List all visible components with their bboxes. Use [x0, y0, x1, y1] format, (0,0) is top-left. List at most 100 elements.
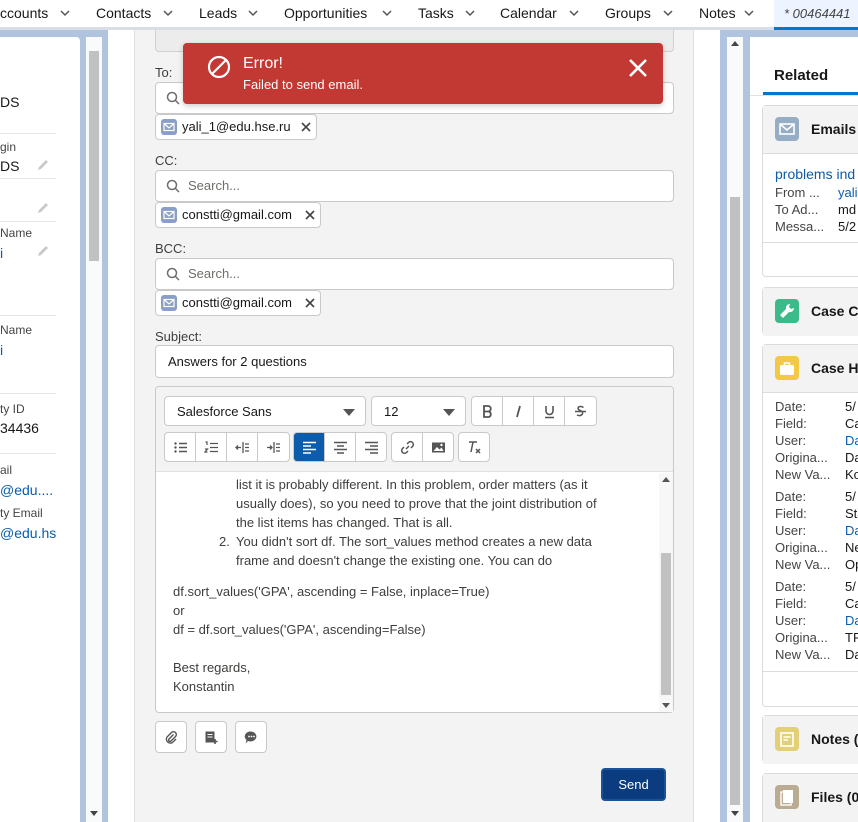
detail-link[interactable]: i: [0, 342, 3, 358]
chevron-down-icon[interactable]: [744, 8, 754, 18]
email-row-value[interactable]: yali: [838, 185, 858, 200]
clear-formatting-icon: [469, 441, 481, 454]
numbered-list-button[interactable]: [196, 433, 227, 461]
history-value[interactable]: Da: [845, 523, 858, 538]
text-style-group: [471, 396, 597, 426]
email-row-key: Messa...: [775, 219, 825, 234]
bold-button[interactable]: [472, 397, 503, 425]
pencil-edit-icon[interactable]: [36, 201, 50, 215]
subject-label: Subject:: [155, 329, 202, 344]
tab-related[interactable]: Related: [774, 67, 828, 84]
remove-icon[interactable]: [303, 296, 317, 310]
close-icon[interactable]: [627, 57, 649, 79]
history-value[interactable]: Da: [845, 613, 858, 628]
font-size-select[interactable]: 12: [371, 396, 466, 426]
underline-button[interactable]: [534, 397, 565, 425]
insert-template-button[interactable]: [195, 721, 227, 753]
chevron-down-icon[interactable]: [663, 8, 673, 18]
indent-button[interactable]: [258, 433, 289, 461]
history-value: 5/: [845, 579, 856, 594]
scroll-down-arrow[interactable]: [731, 811, 739, 816]
insert-quick-text-button[interactable]: [235, 721, 267, 753]
scroll-up-arrow[interactable]: [662, 477, 670, 482]
scrollbar-thumb[interactable]: [661, 553, 671, 695]
to-recipient-pill[interactable]: yali_1@edu.hse.ru: [155, 114, 317, 140]
font-family-value: Salesforce Sans: [177, 404, 272, 419]
remove-icon[interactable]: [299, 120, 313, 134]
related-panel: Related Emails problems ind From ... yali…: [750, 37, 858, 822]
divider: [0, 133, 56, 134]
align-center-button[interactable]: [325, 433, 356, 461]
email-row-key: To Ad...: [775, 202, 819, 217]
italic-button[interactable]: [503, 397, 534, 425]
composer-scrollbar[interactable]: [727, 37, 743, 822]
align-right-button[interactable]: [356, 433, 386, 461]
nav-item-notes[interactable]: Notes: [699, 0, 736, 27]
font-family-select[interactable]: Salesforce Sans: [164, 396, 366, 426]
body-line: the list items has changed. That is all.: [236, 515, 453, 530]
strikethrough-button[interactable]: [565, 397, 596, 425]
email-icon: [775, 117, 799, 141]
chevron-down-icon[interactable]: [248, 8, 258, 18]
email-subject-link[interactable]: problems ind: [775, 166, 855, 182]
history-value: Da: [845, 647, 858, 662]
detail-link[interactable]: @edu.hs: [0, 525, 56, 541]
editor-scrollbar[interactable]: [659, 473, 673, 712]
scrollbar-thumb[interactable]: [89, 51, 99, 261]
history-key: Origina...: [775, 630, 828, 645]
nav-item-tasks[interactable]: Tasks: [418, 0, 454, 27]
body-line: usually does), so you need to prove that…: [236, 496, 597, 511]
active-record-tab[interactable]: * 00464441: [774, 0, 858, 30]
outdent-button[interactable]: [227, 433, 258, 461]
divider: [750, 95, 858, 96]
chevron-down-icon[interactable]: [60, 8, 70, 18]
alignment-group: [293, 432, 387, 462]
nav-item-groups[interactable]: Groups: [605, 0, 651, 27]
scrollbar-thumb[interactable]: [730, 197, 740, 805]
case-history-card: Case H Date: 5/ Field: Ca User: Da Origina.…: [762, 344, 858, 707]
remove-icon[interactable]: [303, 208, 317, 222]
left-scrollbar[interactable]: [86, 37, 102, 822]
bcc-search-input[interactable]: Search...: [155, 258, 674, 290]
history-value[interactable]: Da: [845, 433, 858, 448]
detail-link[interactable]: i: [0, 245, 3, 261]
pencil-edit-icon[interactable]: [36, 244, 50, 258]
nav-item-accounts[interactable]: ccounts: [0, 0, 48, 27]
emails-card-title[interactable]: Emails: [811, 121, 856, 137]
send-button[interactable]: Send: [601, 768, 666, 801]
case-history-title[interactable]: Case H: [811, 360, 858, 376]
scroll-down-arrow[interactable]: [90, 811, 98, 816]
outdent-icon: [235, 442, 249, 453]
subject-input[interactable]: Answers for 2 questions: [155, 345, 674, 378]
chevron-down-icon[interactable]: [163, 8, 173, 18]
nav-item-leads[interactable]: Leads: [199, 0, 237, 27]
cc-search-input[interactable]: Search...: [155, 170, 674, 202]
body-line: df = df.sort_values('GPA', ascending=Fal…: [173, 622, 426, 637]
chevron-down-icon[interactable]: [569, 8, 579, 18]
recipient-address: constti@gmail.com: [182, 207, 293, 222]
detail-link[interactable]: @edu....: [0, 482, 53, 498]
attach-file-button[interactable]: [155, 721, 187, 753]
cc-recipient-pill[interactable]: constti@gmail.com: [155, 202, 321, 228]
pencil-edit-icon[interactable]: [36, 158, 50, 172]
chevron-down-icon[interactable]: [465, 8, 475, 18]
chevron-down-icon[interactable]: [382, 8, 392, 18]
insert-link-button[interactable]: [392, 433, 423, 461]
clear-formatting-button[interactable]: [459, 433, 489, 461]
nav-item-calendar[interactable]: Calendar: [500, 0, 557, 27]
nav-item-contacts[interactable]: Contacts: [96, 0, 151, 27]
insert-image-button[interactable]: [423, 433, 453, 461]
scroll-down-arrow[interactable]: [662, 703, 670, 708]
files-card-title[interactable]: Files (0: [811, 789, 858, 805]
nav-item-opportunities[interactable]: Opportunities: [284, 0, 367, 27]
scroll-up-arrow[interactable]: [731, 41, 739, 46]
history-key: Field:: [775, 506, 807, 521]
rich-text-editor: Salesforce Sans 12 list it is probably d…: [155, 386, 674, 713]
case-comments-title[interactable]: Case Co: [811, 303, 858, 319]
files-icon: [775, 785, 799, 809]
email-body[interactable]: list it is probably different. In this p…: [156, 473, 659, 712]
align-left-button[interactable]: [294, 433, 325, 461]
notes-card-title[interactable]: Notes (: [811, 731, 858, 747]
bcc-recipient-pill[interactable]: constti@gmail.com: [155, 290, 321, 316]
bulleted-list-button[interactable]: [165, 433, 196, 461]
